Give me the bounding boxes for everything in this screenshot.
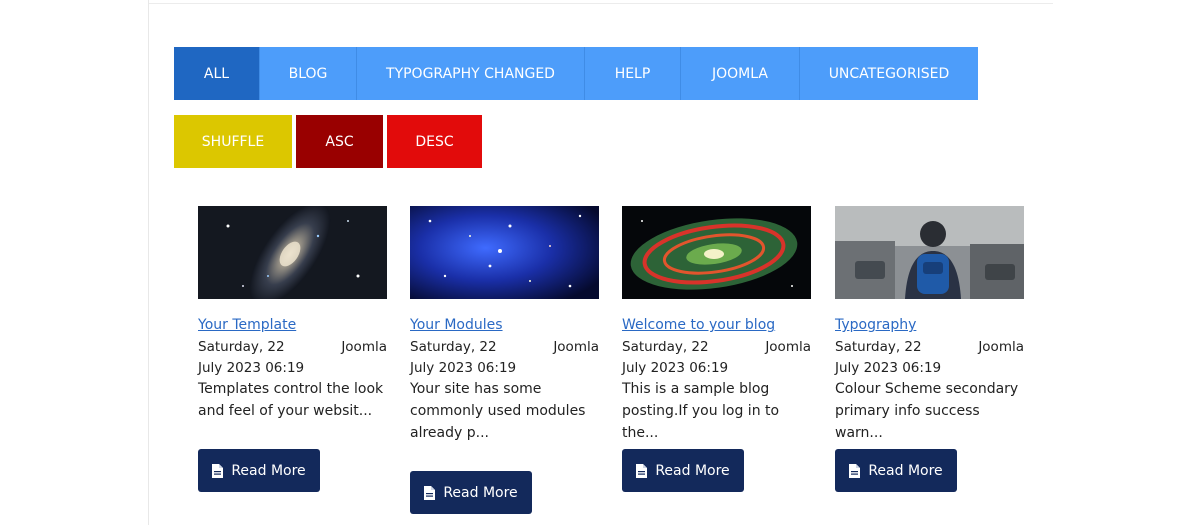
blue-star-field-image[interactable] xyxy=(410,206,599,299)
article-title-link[interactable]: Your Modules xyxy=(410,317,503,333)
document-icon xyxy=(424,485,436,500)
filter-all-button[interactable]: ALL xyxy=(174,47,260,100)
infrared-galaxy-image[interactable] xyxy=(622,206,811,299)
document-icon xyxy=(849,463,861,478)
man-with-backpack-image[interactable] xyxy=(835,206,1024,299)
content-top-border xyxy=(148,3,1053,4)
article-date: Saturday, 22 July 2023 06:19 xyxy=(622,339,729,376)
read-more-label: Read More xyxy=(443,484,518,501)
article-intro: This is a sample blog posting.If you log… xyxy=(622,381,780,441)
article-title-link[interactable]: Welcome to your blog xyxy=(622,317,775,333)
article-date: Saturday, 22 July 2023 06:19 xyxy=(835,339,942,376)
spiral-galaxy-image[interactable] xyxy=(198,206,387,299)
read-more-button[interactable]: Read More xyxy=(198,449,320,492)
article-card: Welcome to your blog Saturday, 22 July 2… xyxy=(622,206,811,492)
article-date: Saturday, 22 July 2023 06:19 xyxy=(198,339,305,376)
article-category: Joomla xyxy=(341,339,387,355)
filter-blog-button[interactable]: BLOG xyxy=(260,47,357,100)
article-title-link[interactable]: Your Template xyxy=(198,317,296,333)
filter-uncategorised-button[interactable]: UNCATEGORISED xyxy=(800,47,978,100)
shuffle-button[interactable]: SHUFFLE xyxy=(174,115,292,168)
article-card: Typography Saturday, 22 July 2023 06:19 … xyxy=(835,206,1024,492)
document-icon xyxy=(636,463,648,478)
article-card: Your Modules Saturday, 22 July 2023 06:1… xyxy=(410,206,599,514)
filter-typography-button[interactable]: TYPOGRAPHY CHANGED xyxy=(357,47,585,100)
read-more-button[interactable]: Read More xyxy=(622,449,744,492)
article-category: Joomla xyxy=(553,339,599,355)
article-intro: Your site has some commonly used modules… xyxy=(410,381,586,441)
content-left-border xyxy=(148,0,149,525)
category-filter-bar: ALL BLOG TYPOGRAPHY CHANGED HELP JOOMLA … xyxy=(174,47,978,100)
read-more-label: Read More xyxy=(655,462,730,479)
sort-desc-button[interactable]: DESC xyxy=(387,115,482,168)
sort-asc-button[interactable]: ASC xyxy=(296,115,383,168)
read-more-label: Read More xyxy=(231,462,306,479)
document-icon xyxy=(212,463,224,478)
read-more-button[interactable]: Read More xyxy=(835,449,957,492)
filter-joomla-button[interactable]: JOOMLA xyxy=(681,47,800,100)
read-more-label: Read More xyxy=(868,462,943,479)
article-category: Joomla xyxy=(978,339,1024,355)
article-date: Saturday, 22 July 2023 06:19 xyxy=(410,339,517,376)
article-intro: Templates control the look and feel of y… xyxy=(198,381,384,419)
article-category: Joomla xyxy=(765,339,811,355)
article-card: Your Template Saturday, 22 July 2023 06:… xyxy=(198,206,387,492)
article-title-link[interactable]: Typography xyxy=(835,317,916,333)
read-more-button[interactable]: Read More xyxy=(410,471,532,514)
article-intro: Colour Scheme secondary primary info suc… xyxy=(835,381,1019,441)
filter-help-button[interactable]: HELP xyxy=(585,47,681,100)
